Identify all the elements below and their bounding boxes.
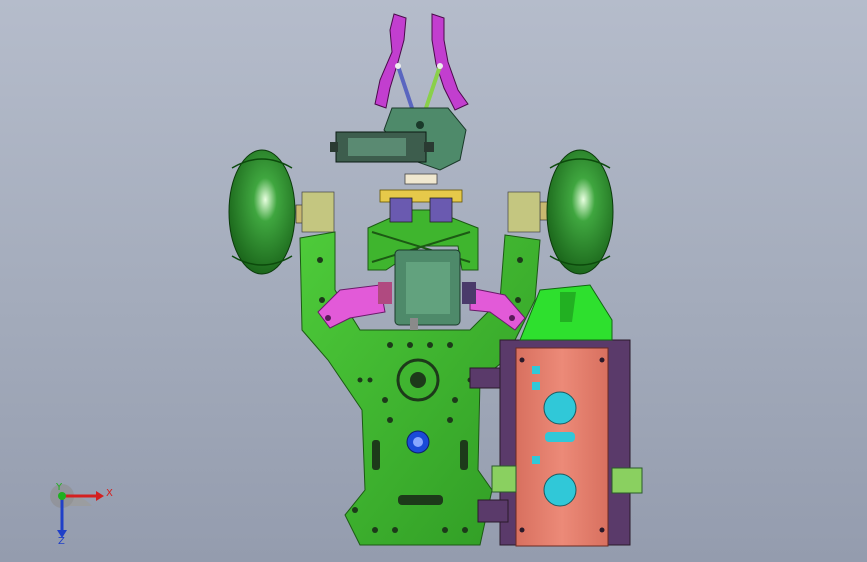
y-axis-marker	[58, 492, 66, 500]
caster-wheel	[406, 430, 430, 454]
cad-viewport[interactable]: X Y Z	[0, 0, 867, 562]
battery-box[interactable]	[491, 339, 643, 547]
gripper-servo	[330, 131, 434, 163]
robot-model[interactable]	[0, 0, 867, 562]
y-axis-label: Y	[56, 482, 63, 493]
x-axis-label: X	[106, 488, 113, 499]
z-axis-label: Z	[58, 536, 65, 547]
axis-triad: X Y Z	[40, 478, 120, 548]
